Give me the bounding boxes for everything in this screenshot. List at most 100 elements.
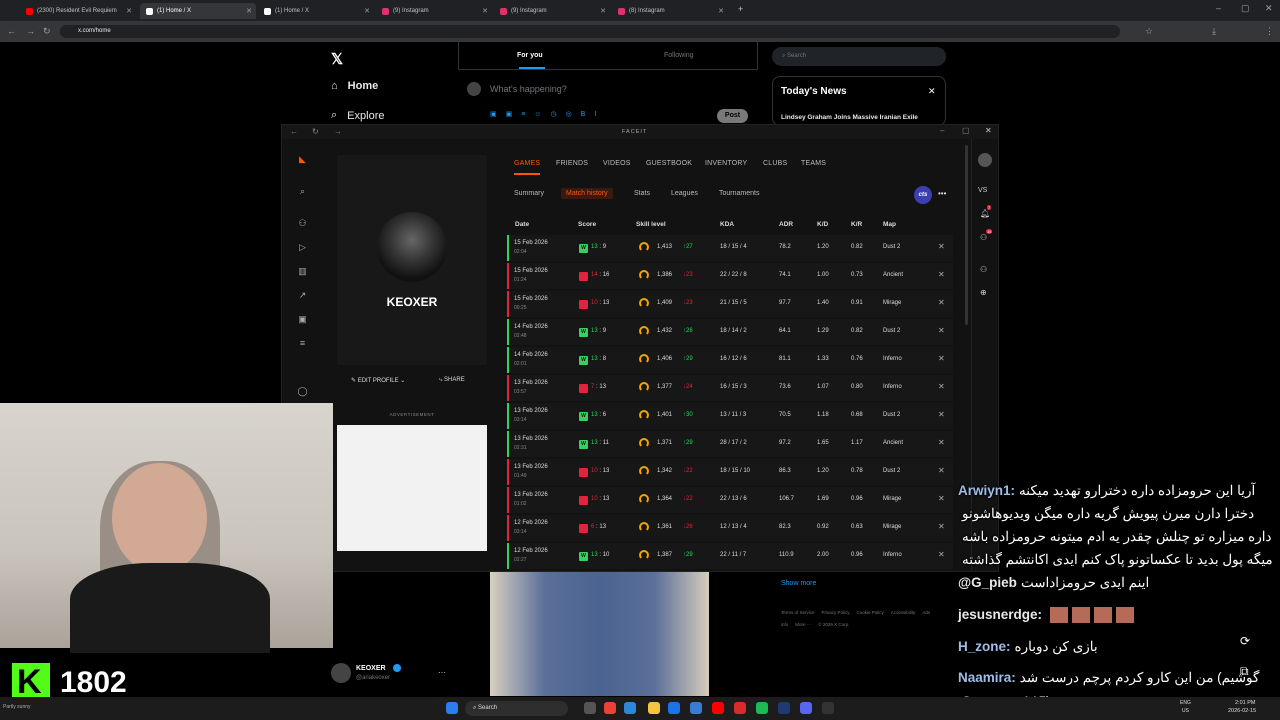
table-row[interactable]: 12 Feb 2026 03:14 6 : 13 1,361 ↓26 12 / 13 / …: [507, 515, 953, 541]
clock-time[interactable]: 2:01 PM: [1235, 700, 1255, 706]
footer-link[interactable]: More ···: [795, 622, 811, 627]
table-row[interactable]: 14 Feb 2026 02:48 W 13 : 9 1,432 ↑26 18 / 14 /…: [507, 319, 953, 345]
table-row[interactable]: 13 Feb 2026 03:57 7 : 13 1,377 ↓24 16 / 15 / …: [507, 375, 953, 401]
party-icon[interactable]: ⚇: [980, 233, 987, 242]
scrollbar[interactable]: [965, 145, 968, 325]
bookmark-star-icon[interactable]: ☆: [1145, 26, 1153, 37]
footer-link[interactable]: Terms of Service: [781, 610, 815, 615]
reload-icon[interactable]: ↻: [43, 26, 51, 37]
minimize-button[interactable]: –: [940, 126, 944, 135]
tab-inventory[interactable]: INVENTORY: [705, 160, 747, 167]
youtube-icon[interactable]: [712, 702, 724, 714]
tab-friends[interactable]: FRIENDS: [556, 160, 588, 167]
table-row[interactable]: 15 Feb 2026 02:04 W 13 : 9 1,413 ↑27 18 / 15 /…: [507, 235, 953, 261]
subtab-stats[interactable]: Stats: [629, 188, 655, 199]
show-more-link[interactable]: Show more: [781, 580, 816, 587]
reload-icon[interactable]: ↻: [312, 127, 319, 136]
tab-close-icon[interactable]: ✕: [364, 7, 370, 15]
column-header[interactable]: K/R: [851, 221, 862, 228]
more-icon[interactable]: •••: [938, 189, 946, 198]
chat-username[interactable]: Arwiyn1:: [958, 483, 1015, 498]
weather-label[interactable]: Partly sunny: [3, 704, 31, 710]
bell-icon[interactable]: 🔔︎: [980, 209, 990, 218]
subtab-match-history[interactable]: Match history: [561, 188, 613, 199]
download-icon[interactable]: ⤓: [1212, 26, 1216, 37]
tab-close-icon[interactable]: ✕: [126, 7, 132, 15]
column-header[interactable]: KDA: [720, 221, 734, 228]
versus-icon[interactable]: ✕: [938, 494, 945, 503]
back-icon[interactable]: ←: [290, 127, 298, 136]
spotify-icon[interactable]: [756, 702, 768, 714]
forward-icon[interactable]: →: [334, 127, 342, 136]
task-view-icon[interactable]: [584, 702, 596, 714]
new-tab-button[interactable]: +: [738, 4, 743, 14]
browser-tab[interactable]: (9) Instagram ✕: [494, 3, 610, 19]
tab-following[interactable]: Following: [664, 52, 694, 59]
versus-icon[interactable]: ✕: [938, 326, 945, 335]
search-icon[interactable]: ⌕: [297, 186, 308, 197]
share-button[interactable]: ⤷ SHARE: [439, 377, 465, 384]
close-window-button[interactable]: ✕: [1265, 3, 1273, 14]
add-icon[interactable]: ⊕: [980, 288, 987, 297]
table-row[interactable]: 13 Feb 2026 01:02 10 : 13 1,364 ↓22 22 / 13 /…: [507, 487, 953, 513]
minimize-button[interactable]: –: [1216, 3, 1221, 13]
url-field[interactable]: x.com/home: [60, 25, 1120, 38]
table-row[interactable]: 12 Feb 2026 02:27 W 13 : 10 1,387 ↑29 22 / 11 …: [507, 543, 953, 569]
table-row[interactable]: 14 Feb 2026 02:01 W 13 : 8 1,406 ↑29 16 / 12 /…: [507, 347, 953, 373]
chat-settings-icon[interactable]: ⟳: [1240, 634, 1250, 648]
feed-icon[interactable]: ≡: [297, 338, 308, 349]
subtab-summary[interactable]: Summary: [509, 188, 549, 199]
versus-icon[interactable]: ✕: [938, 242, 945, 251]
column-header[interactable]: Date: [515, 221, 529, 228]
edit-profile-button[interactable]: ✎ EDIT PROFILE ⌄: [351, 377, 405, 384]
lang-indicator[interactable]: ENG: [1180, 700, 1191, 706]
chat-username[interactable]: @G_pieb: [958, 575, 1017, 590]
start-icon[interactable]: [446, 702, 458, 714]
table-row[interactable]: 13 Feb 2026 02:31 W 13 : 11 1,371 ↑29 28 / 17 …: [507, 431, 953, 457]
browser-tab[interactable]: (9) Instagram ✕: [376, 3, 492, 19]
support-icon[interactable]: ◯: [297, 386, 308, 397]
forward-icon[interactable]: →: [26, 26, 35, 36]
ranking-icon[interactable]: ▥: [297, 266, 308, 277]
footer-link[interactable]: Privacy Policy: [822, 610, 850, 615]
browser-tab[interactable]: (2300) Resident Evil Requiem ✕: [20, 3, 136, 19]
column-header[interactable]: Skill level: [636, 221, 666, 228]
versus-icon[interactable]: ✕: [938, 438, 945, 447]
table-row[interactable]: 13 Feb 2026 01:49 10 : 13 1,342 ↓22 18 / 15 /…: [507, 459, 953, 485]
versus-icon[interactable]: ✕: [938, 550, 945, 559]
tab-guestbook[interactable]: GUESTBOOK: [646, 160, 692, 167]
footer-link[interactable]: Accessibility: [891, 610, 916, 615]
ad-slot[interactable]: [337, 425, 487, 551]
versus-icon[interactable]: ✕: [938, 354, 945, 363]
footer-link[interactable]: Cookie Policy: [857, 610, 884, 615]
team-badge[interactable]: cts: [914, 186, 932, 204]
subtab-tournaments[interactable]: Tournaments: [714, 188, 764, 199]
play-icon[interactable]: ▷: [297, 242, 308, 253]
nav-explore[interactable]: ⌕ Explore: [331, 109, 384, 122]
menu-icon[interactable]: ⋮: [1265, 26, 1274, 37]
tab-close-icon[interactable]: ✕: [718, 7, 724, 15]
nav-home[interactable]: ⌂ Home: [331, 80, 378, 92]
chat-username[interactable]: H_zone:: [958, 639, 1011, 654]
account-more-icon[interactable]: ···: [438, 668, 446, 677]
post-button[interactable]: Post: [717, 109, 748, 123]
faceit-taskbar-icon[interactable]: [822, 702, 834, 714]
find-players-icon[interactable]: ⚇: [297, 218, 308, 229]
table-row[interactable]: 13 Feb 2026 03:14 W 13 : 6 1,401 ↑30 13 / 11 /…: [507, 403, 953, 429]
browser-tab[interactable]: (1) Home / X ✕: [140, 3, 256, 19]
tab-teams[interactable]: TEAMS: [801, 160, 826, 167]
tab-clubs[interactable]: CLUBS: [763, 160, 787, 167]
column-header[interactable]: Map: [883, 221, 896, 228]
versus-icon[interactable]: ✕: [938, 410, 945, 419]
photoshop-icon[interactable]: [778, 702, 790, 714]
versus-icon[interactable]: ✕: [938, 522, 945, 531]
maximize-button[interactable]: ▢: [1241, 3, 1250, 14]
app-icon[interactable]: [690, 702, 702, 714]
versus-icon[interactable]: ✕: [938, 466, 945, 475]
column-header[interactable]: ADR: [779, 221, 793, 228]
tab-close-icon[interactable]: ✕: [246, 7, 252, 15]
back-icon[interactable]: ←: [7, 26, 16, 36]
avatar[interactable]: [978, 153, 992, 167]
explorer-icon[interactable]: [648, 702, 660, 714]
news-item[interactable]: Lindsey Graham Joins Massive Iranian Exi…: [781, 114, 918, 121]
